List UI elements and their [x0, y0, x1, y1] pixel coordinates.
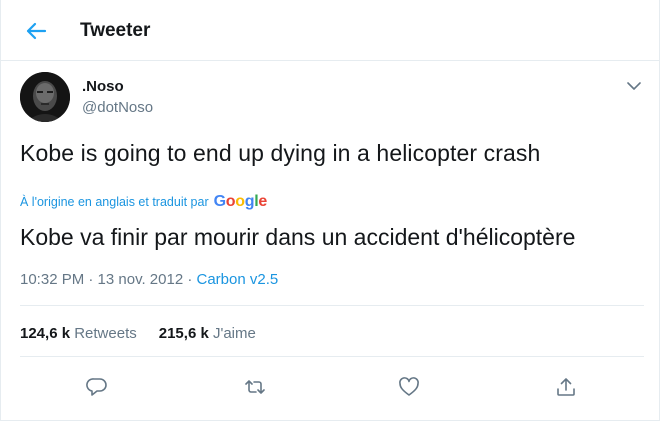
- likes-label: J'aime: [212, 325, 256, 342]
- likes-count: 215,6 k: [158, 325, 209, 342]
- like-button[interactable]: [396, 374, 422, 400]
- translation-note-label: À l'origine en anglais et traduit par: [20, 195, 209, 209]
- page-title: Tweeter: [80, 20, 151, 41]
- translation-note[interactable]: À l'origine en anglais et traduit par Go…: [20, 193, 267, 211]
- divider: [20, 305, 644, 306]
- avatar[interactable]: [20, 72, 70, 122]
- retweets-count: 124,6 k: [20, 325, 71, 342]
- like-icon: [399, 377, 419, 396]
- reply-icon: [86, 378, 107, 396]
- back-button[interactable]: [22, 18, 50, 44]
- chevron-down-icon: [627, 82, 641, 90]
- divider: [20, 356, 644, 357]
- page-header: Tweeter: [0, 0, 660, 61]
- tweet-meta: 10:32 PM · 13 nov. 2012 · Carbon v2.5: [20, 271, 278, 288]
- retweet-button[interactable]: [242, 374, 268, 400]
- timestamp[interactable]: 10:32 PM · 13 nov. 2012 ·: [20, 271, 197, 288]
- more-options-button[interactable]: [624, 78, 644, 94]
- google-logo: Google: [213, 193, 268, 210]
- tweet-stats: 124,6 k Retweets 215,6 k J'aime: [20, 325, 278, 342]
- back-arrow-icon: [26, 22, 47, 40]
- share-button[interactable]: [553, 374, 579, 400]
- tweet-text: Kobe is going to end up dying in a helic…: [20, 140, 541, 166]
- source-link[interactable]: Carbon v2.5: [197, 271, 279, 288]
- translated-text: Kobe va finir par mourir dans un acciden…: [20, 224, 576, 250]
- author-name[interactable]: .Noso: [82, 78, 124, 95]
- share-icon: [557, 378, 575, 396]
- retweets-label: Retweets: [74, 325, 137, 342]
- retweets-stat[interactable]: 124,6 k Retweets: [20, 325, 137, 342]
- retweet-icon: [245, 380, 265, 394]
- author-handle[interactable]: @dotNoso: [82, 99, 153, 116]
- avatar-image: [20, 72, 70, 122]
- likes-stat[interactable]: 215,6 k J'aime: [159, 325, 256, 342]
- reply-button[interactable]: [84, 374, 110, 400]
